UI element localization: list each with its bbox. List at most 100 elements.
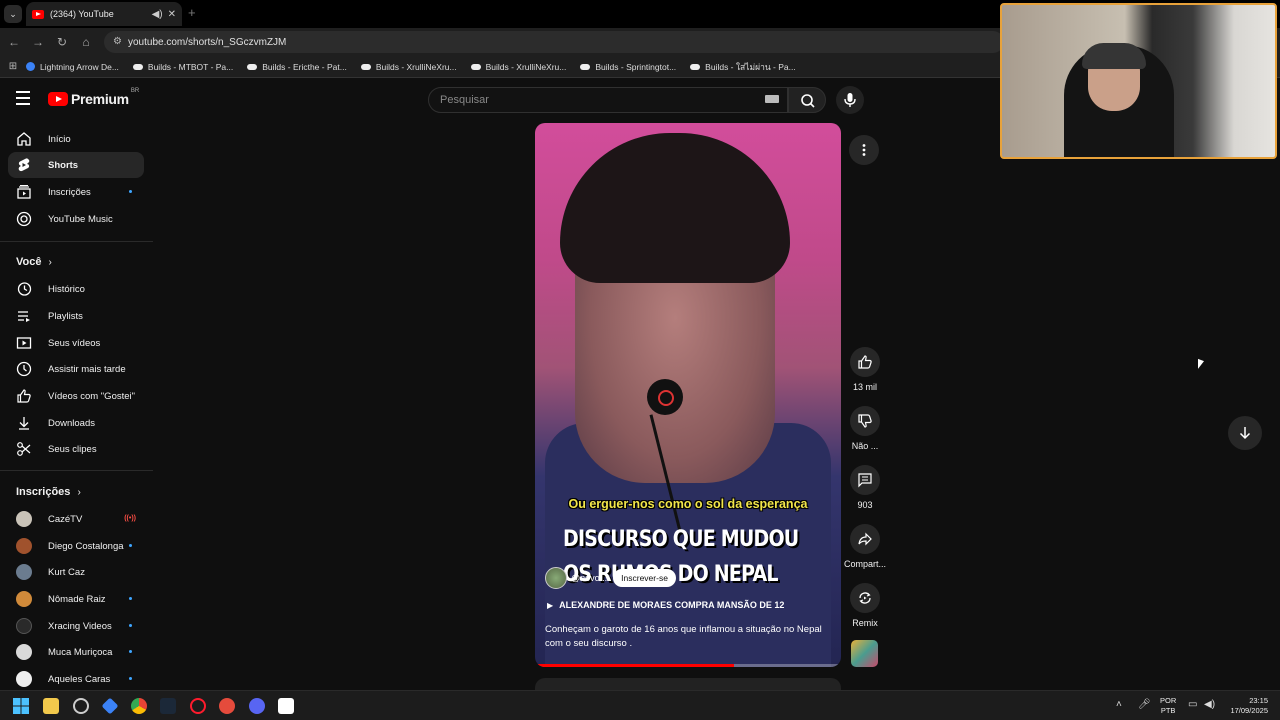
- bookmark-item[interactable]: Builds - ใส่ไม่ผ่าน - Pa...: [690, 60, 796, 74]
- new-content-dot: [129, 544, 132, 547]
- clock[interactable]: 23:15 17/09/2025: [1224, 696, 1268, 716]
- video-progress-bar[interactable]: [535, 664, 841, 667]
- channel-name[interactable]: @novo...: [571, 573, 607, 583]
- webcam-overlay: [1000, 3, 1277, 159]
- subscription-label: Aqueles Caras: [48, 673, 111, 685]
- like-button[interactable]: [850, 347, 880, 377]
- bookmark-item[interactable]: Builds - XrulliNeXru...: [470, 62, 566, 72]
- channel-row: @novo... Inscrever-se: [545, 567, 676, 589]
- app-icon[interactable]: [278, 698, 294, 714]
- subscription-label: Nômade Raiz: [48, 593, 106, 605]
- new-tab-button[interactable]: +: [188, 5, 196, 20]
- sidebar-item-seus-clipes[interactable]: Seus clipes: [8, 436, 144, 462]
- related-video-link[interactable]: ▶ ALEXANDRE DE MORAES COMPRA MANSÃO DE 1…: [547, 600, 784, 610]
- channel-avatar[interactable]: [545, 567, 567, 589]
- reload-icon[interactable]: ↻: [54, 34, 70, 50]
- chevron-right-icon: ›: [48, 257, 52, 268]
- site-info-icon[interactable]: ⚙: [113, 36, 122, 47]
- subscription-item[interactable]: Muca Muriçoca: [8, 639, 144, 665]
- search-input[interactable]: Pesquisar: [428, 87, 788, 113]
- bookmark-item[interactable]: Builds - MTBOT - Pa...: [132, 62, 233, 72]
- hamburger-menu-icon[interactable]: [16, 91, 32, 107]
- avatar: [16, 671, 32, 687]
- sound-thumbnail[interactable]: [851, 640, 878, 667]
- subscription-label: Kurt Caz: [48, 566, 85, 578]
- file-explorer-icon[interactable]: [43, 698, 59, 714]
- like-action[interactable]: 13 mil: [844, 347, 886, 392]
- subscription-item[interactable]: CazéTV ((•)): [8, 506, 144, 532]
- bookmark-item[interactable]: Builds - Ericthe - Pat...: [247, 62, 347, 72]
- obs-icon[interactable]: [73, 698, 89, 714]
- short-video-player[interactable]: Ou erguer-nos como o sol da esperança DI…: [535, 123, 841, 667]
- sidebar-item-assistir-mais-tarde[interactable]: Assistir mais tarde: [8, 356, 144, 382]
- discord-icon[interactable]: [249, 698, 265, 714]
- sidebar-item-downloads[interactable]: Downloads: [8, 410, 144, 436]
- sidebar: Início Shorts Inscrições YouTube Music V…: [0, 122, 154, 690]
- youtube-premium-logo[interactable]: Premium BR: [48, 88, 139, 107]
- sidebar-item-historico[interactable]: Histórico: [8, 276, 144, 302]
- comments-button[interactable]: [850, 465, 880, 495]
- new-content-dot: [129, 624, 132, 627]
- language-indicator[interactable]: POR PTB: [1160, 696, 1176, 716]
- sidebar-item-label: Início: [48, 133, 71, 145]
- sidebar-item-youtube-music[interactable]: YouTube Music: [8, 206, 144, 232]
- volume-icon[interactable]: ◀): [1204, 699, 1215, 710]
- next-short-button[interactable]: [1228, 416, 1262, 450]
- keyboard-icon[interactable]: [765, 95, 779, 103]
- sidebar-item-playlists[interactable]: Playlists: [8, 303, 144, 329]
- steam-icon[interactable]: [160, 698, 176, 714]
- share-action[interactable]: Compart...: [844, 524, 886, 569]
- home-icon[interactable]: ⌂: [78, 34, 94, 50]
- dislike-action[interactable]: Não ...: [844, 406, 886, 451]
- tab-search-button[interactable]: ⌄: [4, 5, 22, 23]
- browser-tab[interactable]: (2364) YouTube ◀) ✕: [26, 2, 182, 26]
- microphone-tray-icon[interactable]: 🎤︎: [1138, 699, 1151, 710]
- play-icon: ▶: [547, 600, 554, 610]
- new-content-dot: [129, 597, 132, 600]
- chevron-up-icon[interactable]: ˄: [1116, 699, 1122, 710]
- bookmark-item[interactable]: Lightning Arrow De...: [26, 62, 119, 72]
- subscription-item[interactable]: Aqueles Caras: [8, 666, 144, 692]
- sidebar-item-seus-videos[interactable]: Seus vídeos: [8, 330, 144, 356]
- sidebar-item-label: Inscrições: [48, 186, 91, 198]
- opera-icon[interactable]: [190, 698, 206, 714]
- url-field[interactable]: ⚙ youtube.com/shorts/n_SGczvmZJM: [104, 31, 1004, 53]
- bookmark-item[interactable]: Builds - XrulliNeXru...: [360, 62, 457, 72]
- network-icon[interactable]: ▭: [1188, 699, 1197, 710]
- sidebar-item-inicio[interactable]: Início: [8, 126, 144, 152]
- history-icon: [16, 281, 32, 297]
- apps-grid-icon[interactable]: ⊞: [0, 61, 26, 72]
- subscription-item[interactable]: Xracing Videos: [8, 613, 144, 639]
- subscribe-button[interactable]: Inscrever-se: [613, 569, 676, 587]
- sidebar-item-videos-gostei[interactable]: Vídeos com "Gostei": [8, 383, 144, 409]
- bookmark-item[interactable]: Builds - Sprintingtot...: [580, 62, 676, 72]
- bookmark-favicon-icon: [580, 63, 591, 70]
- tab-audio-icon[interactable]: ◀): [152, 9, 163, 20]
- search-button[interactable]: [788, 87, 826, 113]
- sidebar-item-label: Seus clipes: [48, 443, 97, 455]
- remix-action[interactable]: Remix: [844, 583, 886, 628]
- windows-start-icon[interactable]: [13, 698, 29, 714]
- app-icon[interactable]: [101, 697, 119, 715]
- dislike-button[interactable]: [850, 406, 880, 436]
- chrome-icon[interactable]: [131, 698, 147, 714]
- section-title-inscricoes[interactable]: Inscrições ›: [16, 486, 81, 498]
- back-icon[interactable]: ←: [6, 34, 22, 50]
- section-title-voce[interactable]: Você ›: [16, 256, 52, 268]
- forward-icon[interactable]: →: [30, 34, 46, 50]
- comments-action[interactable]: 903: [844, 465, 886, 510]
- remix-button[interactable]: [850, 583, 880, 613]
- share-button[interactable]: [850, 524, 880, 554]
- avatar: [16, 564, 32, 580]
- sidebar-item-shorts[interactable]: Shorts: [8, 152, 144, 178]
- voice-search-button[interactable]: [836, 86, 864, 114]
- subscription-item[interactable]: Nômade Raiz: [8, 586, 144, 612]
- tab-close-icon[interactable]: ✕: [168, 9, 176, 20]
- more-options-button[interactable]: [849, 135, 879, 165]
- app-icon[interactable]: [219, 698, 235, 714]
- youtube-favicon-icon: [32, 9, 44, 19]
- subscription-item[interactable]: Diego Costalonga: [8, 533, 144, 559]
- subscription-item[interactable]: Kurt Caz: [8, 559, 144, 585]
- sidebar-item-inscricoes[interactable]: Inscrições: [8, 179, 144, 205]
- thumbs-up-icon: [858, 355, 872, 369]
